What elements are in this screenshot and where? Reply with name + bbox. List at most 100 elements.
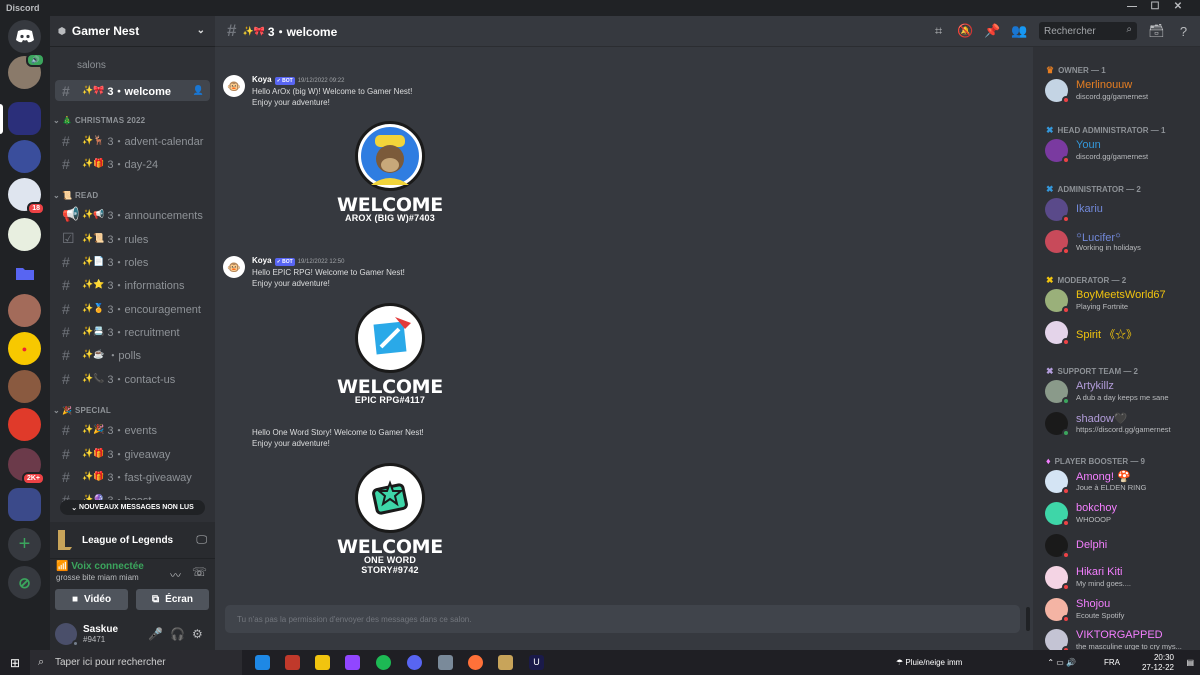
member-hikari-kiti[interactable]: Hikari Kiti My mind goes.... (1045, 564, 1195, 592)
channel-contact-us[interactable]: # ✨📞 3・contact-us (55, 368, 210, 389)
twitch-icon[interactable] (345, 655, 360, 670)
chevron-down-icon[interactable]: ⌄ (197, 25, 205, 36)
settings-gear-icon[interactable]: ⚙ (192, 627, 203, 641)
avatar[interactable]: 🐵 (223, 256, 245, 278)
pin-icon[interactable]: 📌 (979, 23, 1006, 39)
server-folder-group[interactable] (8, 488, 41, 521)
close-icon[interactable]: ✕ (1168, 1, 1188, 12)
ubisoft-icon[interactable]: U (529, 655, 544, 670)
notification-icon[interactable]: ▤ (1186, 658, 1194, 667)
server-fortnite[interactable] (8, 140, 41, 173)
server-football[interactable]: 18 (8, 178, 45, 215)
inbox-icon[interactable]: 🗃 (1143, 23, 1170, 39)
welcome-card[interactable]: WELCOME EPIC RPG#4117 (335, 303, 445, 405)
maximize-icon[interactable]: ☐ (1145, 1, 1165, 12)
channel-fast-giveaway[interactable]: # ✨🎁 3・fast-giveaway (55, 466, 210, 487)
discord-taskbar-icon[interactable] (407, 655, 422, 670)
search-input[interactable]: Rechercher ⌕ (1039, 22, 1137, 40)
member-lucifer[interactable]: ꙳Lucifer꙳ Working in holidays (1045, 228, 1195, 256)
noise-suppression-icon[interactable]: 〰 (170, 567, 181, 583)
home-button[interactable] (8, 20, 41, 53)
avatar[interactable]: 🐵 (223, 75, 245, 97)
explore-servers-button[interactable]: ⊘ (8, 566, 41, 599)
tray-icons[interactable]: ⌃ ▭ 🔊 (1047, 658, 1076, 667)
channel-welcome[interactable]: # ✨🎀 3・welcome 👤 (55, 80, 210, 101)
server-header[interactable]: ⬢ Gamer Nest ⌄ (50, 16, 215, 47)
member-youn[interactable]: Youn discord.gg/gamernest (1045, 137, 1195, 165)
headphones-icon[interactable]: 🎧 (170, 627, 185, 641)
member-viktorgapped[interactable]: VIKTORGAPPED the masculine urge to cry my… (1045, 627, 1195, 650)
channel-informations[interactable]: # ✨⭐ 3・informations (55, 274, 210, 295)
clock-time[interactable]: 20:30 (1154, 653, 1174, 662)
message-text: Hello ArOx (big W)! Welcome to Gamer Nes… (252, 87, 413, 96)
activity-panel[interactable]: League of Legends 🖵 (50, 522, 215, 558)
server-among-us[interactable]: ● (8, 332, 41, 365)
channel-day-24[interactable]: # ✨🎁 3・day-24 (55, 153, 210, 174)
member-boymeetsworld67[interactable]: BoyMeetsWorld67 Playing Fortnite (1045, 287, 1195, 315)
video-button[interactable]: ■ Vidéo (55, 589, 128, 610)
server-avatar-man[interactable] (8, 294, 41, 327)
microphone-icon[interactable]: 🎤 (148, 627, 163, 641)
member-merlinouuw[interactable]: Merlinouuw discord.gg/gamernest (1045, 77, 1195, 105)
channel-rules[interactable]: ☑ ✨📜 3・rules (55, 228, 210, 249)
edge-icon[interactable] (255, 655, 270, 670)
member-delphi[interactable]: Delphi (1045, 532, 1195, 560)
screen-share-icon[interactable]: 🖵 (196, 534, 207, 547)
member-artykillz[interactable]: Artykillz A dub a day keeps me sane (1045, 378, 1195, 406)
category-special[interactable]: ⌄ 🎉 SPECIAL (53, 406, 111, 415)
server-potion[interactable] (8, 218, 41, 251)
message-input[interactable]: Tu n'as pas la permission d'envoyer des … (225, 605, 1020, 633)
message-author[interactable]: Koya (252, 75, 272, 84)
member-spirit[interactable]: Spirit 《☆》 (1045, 319, 1195, 347)
minimize-icon[interactable]: — (1122, 1, 1142, 12)
notification-bell-off-icon[interactable]: 🔕 (952, 23, 979, 39)
dm-avatar[interactable]: 🔊 (8, 53, 45, 89)
add-member-icon[interactable]: 👤 (193, 85, 204, 96)
add-server-button[interactable]: + (8, 528, 41, 561)
avatar[interactable] (55, 622, 79, 647)
message-author[interactable]: Koya (252, 256, 272, 265)
spotify-icon[interactable] (376, 655, 391, 670)
channel-giveaway[interactable]: # ✨🎁 3・giveaway (55, 443, 210, 464)
role-header-moderator: ✖ MODERATOR — 2 (1046, 275, 1127, 285)
app-icon[interactable] (438, 655, 453, 670)
members-icon[interactable]: 👥 (1006, 23, 1033, 39)
welcome-card[interactable]: WELCOME ONE WORD STORY#9742 (335, 463, 445, 575)
ape-avatar-image (355, 121, 425, 191)
channel-encouragement[interactable]: # ✨🏅 3・encouragement (55, 298, 210, 319)
file-explorer-icon[interactable] (315, 655, 330, 670)
weather-widget[interactable]: ☂ Pluie/neige imm (896, 658, 1006, 667)
league-icon[interactable] (498, 655, 513, 670)
server-gamer-nest[interactable] (8, 102, 41, 135)
category-christmas[interactable]: ⌄ 🎄 CHRISTMAS 2022 (53, 116, 145, 125)
screen-button[interactable]: ⧉ Écran (136, 589, 209, 610)
category-read[interactable]: ⌄ 📜 READ (53, 191, 98, 200)
app-icon[interactable] (285, 655, 300, 670)
member-shojou[interactable]: Shojou Ecoute Spotify (1045, 596, 1195, 624)
channel-recruitment[interactable]: # ✨📇 3・recruitment (55, 321, 210, 342)
threads-icon[interactable]: ⌗ (925, 23, 952, 39)
new-unread-messages-button[interactable]: ⌄ NOUVEAUX MESSAGES NON LUS (60, 500, 205, 515)
channel-events[interactable]: # ✨🎉 3・events (55, 419, 210, 440)
member-bokchoy[interactable]: bokchoy WHOOOP (1045, 500, 1195, 528)
disconnect-icon[interactable]: ☏ (192, 565, 207, 579)
language-indicator[interactable]: FRA (1104, 658, 1120, 667)
member-among[interactable]: Among! 🍄 Joue à ELDEN RING (1045, 468, 1195, 496)
windows-start-icon[interactable]: ⊞ (10, 656, 20, 670)
scrollbar[interactable] (1026, 607, 1030, 631)
channel-advent-calendar[interactable]: # ✨🦌 3・advent-calendar (55, 130, 210, 151)
server-avatar-beard[interactable] (8, 370, 41, 403)
taskbar-search-input[interactable]: ⌕ Taper ici pour rechercher (30, 650, 242, 675)
welcome-card[interactable]: WELCOME AROX (BIG W)#7403 (335, 121, 445, 223)
member-ikariu[interactable]: Ikariu (1045, 196, 1195, 224)
channel-announcements[interactable]: 📢 ✨📢 3・announcements (55, 204, 210, 225)
clock-date[interactable]: 27-12-22 (1142, 663, 1174, 672)
server-red[interactable] (8, 408, 41, 441)
folder-icon[interactable] (8, 256, 41, 289)
member-shadow[interactable]: shadow🖤 https://discord.gg/gamernest (1045, 410, 1195, 438)
channel-roles[interactable]: # ✨📄 3・roles (55, 251, 210, 272)
help-icon[interactable]: ? (1170, 24, 1197, 39)
server-2k[interactable]: 2K+ (8, 448, 45, 485)
firefox-icon[interactable] (468, 655, 483, 670)
channel-polls[interactable]: # ✨☕ ・polls (55, 344, 210, 365)
